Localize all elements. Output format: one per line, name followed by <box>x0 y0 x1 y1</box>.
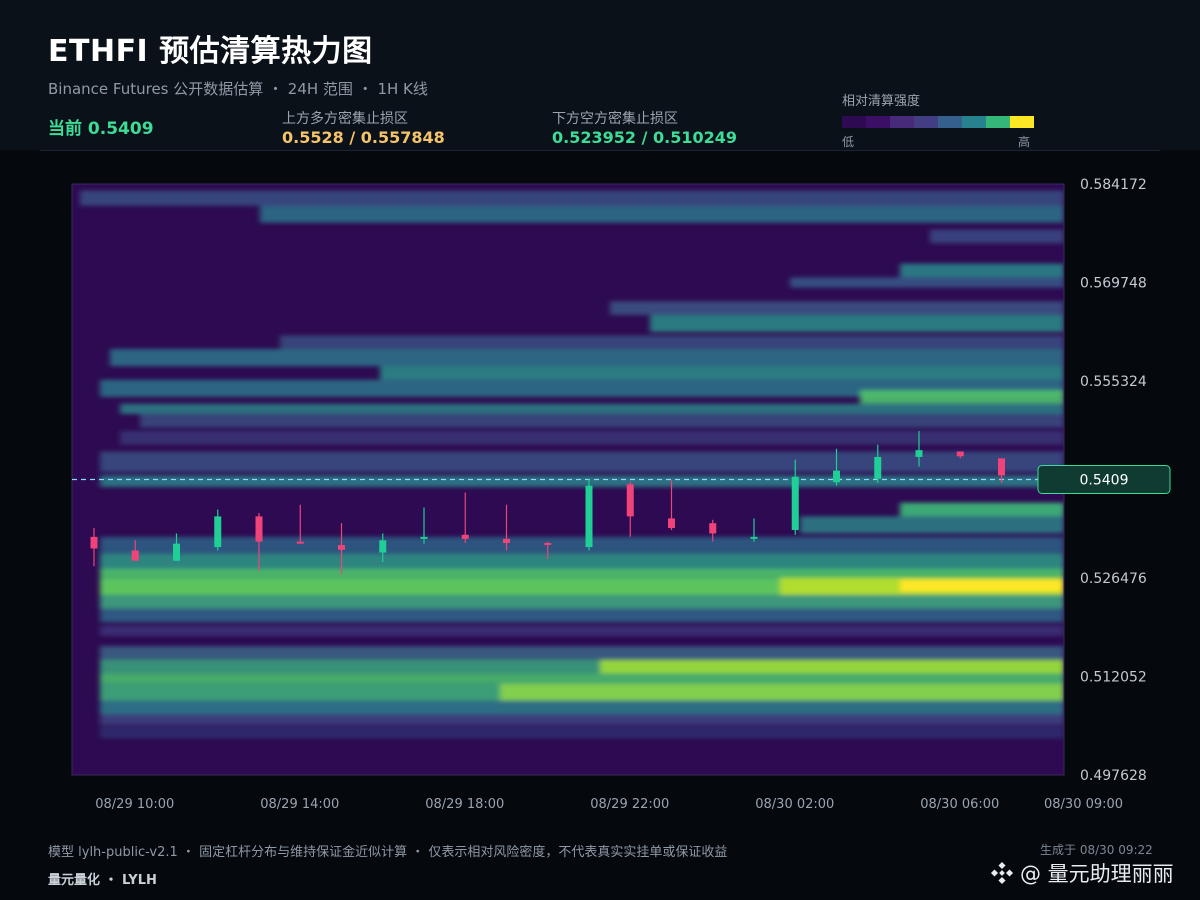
watermark-text: @ 量元助理丽丽 <box>1020 862 1174 886</box>
legend-swatch <box>1010 116 1034 128</box>
x-tick-label: 08/30 09:00 <box>1044 797 1123 812</box>
heatmap-band <box>100 553 1064 572</box>
y-tick-label: 0.526476 <box>1080 571 1147 587</box>
candle-body <box>544 543 552 546</box>
current-price-readout: 当前 0.5409 <box>48 119 154 139</box>
heatmap-band <box>800 516 1064 534</box>
y-tick-label: 0.584172 <box>1080 177 1147 193</box>
legend-color-scale <box>842 116 1034 128</box>
liquidation-heatmap-chart: 0.584172 0.569748 0.555324 0.526476 0.512052… <box>71 177 1171 812</box>
legend-swatch <box>962 116 986 128</box>
heatmap-band <box>860 390 1064 404</box>
heatmap-band <box>110 349 1064 367</box>
candle-body <box>626 484 634 517</box>
watermark: @ 量元助理丽丽 <box>990 858 1174 888</box>
heatmap-band <box>900 502 1064 517</box>
x-tick-label: 08/30 06:00 <box>920 797 999 812</box>
y-tick-label: 0.512052 <box>1080 670 1147 686</box>
x-tick-label: 08/29 10:00 <box>95 797 174 812</box>
candle-body <box>461 534 469 539</box>
x-tick-label: 08/29 22:00 <box>590 797 669 812</box>
heatmap-band <box>140 413 1064 428</box>
heatmap-band <box>380 366 1064 380</box>
page-subtitle: Binance Futures 公开数据估算 ・ 24H 范围 ・ 1H K线 <box>48 80 428 98</box>
heatmap-band <box>500 683 1064 701</box>
lower-zone-value: 0.523952 / 0.510249 <box>552 128 737 147</box>
candle-body <box>668 518 675 528</box>
heatmap-band <box>100 673 1064 684</box>
legend-swatch <box>938 116 962 128</box>
candle-body <box>585 485 593 548</box>
heatmap-band <box>900 579 1064 592</box>
heatmap-band <box>100 646 1064 660</box>
candle-body <box>709 523 717 534</box>
candle-body <box>214 516 222 548</box>
candle-body <box>255 516 263 542</box>
heatmap-band <box>600 659 1064 674</box>
heatmap-band <box>80 190 1064 206</box>
heatmap-band <box>100 714 1064 725</box>
candle-body <box>998 458 1005 476</box>
candle-body <box>874 456 882 479</box>
heatmap-band <box>100 726 1064 739</box>
candle-body <box>131 550 139 561</box>
legend-swatch <box>986 116 1010 128</box>
binance-logo-icon <box>990 861 1014 885</box>
heatmap-band <box>100 594 1064 609</box>
candle-body <box>833 470 840 483</box>
legend-swatch <box>914 116 938 128</box>
heatmap-band <box>100 700 1064 715</box>
heatmap-band <box>260 205 1064 223</box>
heatmap-band <box>120 431 1064 445</box>
current-price-tag-label: 0.5409 <box>1080 473 1129 489</box>
legend-swatch <box>866 116 890 128</box>
candle-body <box>503 538 510 544</box>
candle-body <box>90 536 98 549</box>
heatmap-band <box>900 263 1064 278</box>
heatmap-band <box>790 277 1064 288</box>
heatmap-band <box>100 608 1064 623</box>
heatmap-band <box>930 229 1064 244</box>
candle-body <box>296 541 304 544</box>
upper-zone-value: 0.5528 / 0.557848 <box>282 128 445 147</box>
heatmap-band <box>100 536 1064 554</box>
upper-zone-label: 上方多方密集止损区 <box>282 111 408 127</box>
heatmap-band <box>100 475 1064 488</box>
legend-high-label: 高 <box>1018 135 1031 149</box>
heatmap-band <box>280 335 1064 350</box>
candle-body <box>791 476 799 531</box>
heatmap-band <box>610 301 1064 315</box>
x-tick-label: 08/29 14:00 <box>260 797 339 812</box>
candle-body <box>750 536 758 539</box>
candle-body <box>420 536 428 539</box>
x-tick-label: 08/30 02:00 <box>755 797 834 812</box>
candle-body <box>338 545 345 550</box>
legend-low-label: 低 <box>842 135 855 149</box>
x-tick-label: 08/29 18:00 <box>425 797 504 812</box>
candle-body <box>915 450 923 457</box>
candle-body <box>379 540 387 553</box>
header-divider <box>40 150 1160 151</box>
legend-swatch <box>842 116 866 128</box>
heatmap-band <box>650 314 1064 332</box>
lower-zone-label: 下方空方密集止损区 <box>552 111 678 127</box>
candle-body <box>956 451 964 457</box>
heatmap-band <box>120 403 1064 414</box>
y-tick-label: 0.555324 <box>1080 374 1147 390</box>
footer-model-note: 模型 lylh-public-v2.1 ・ 固定杠杆分布与维持保证金近似计算 ・… <box>48 845 728 860</box>
legend-title: 相对清算强度 <box>842 94 921 109</box>
y-tick-label: 0.569748 <box>1080 276 1147 292</box>
footer-brand: 量元量化 ・ LYLH <box>48 873 157 888</box>
heatmap-band <box>100 625 1064 636</box>
legend-swatch <box>890 116 914 128</box>
generated-time: 生成于 08/30 09:22 <box>1040 843 1153 857</box>
page-title: ETHFI 预估清算热力图 <box>48 34 373 69</box>
y-tick-label: 0.497628 <box>1080 768 1147 784</box>
candle-body <box>173 543 180 561</box>
